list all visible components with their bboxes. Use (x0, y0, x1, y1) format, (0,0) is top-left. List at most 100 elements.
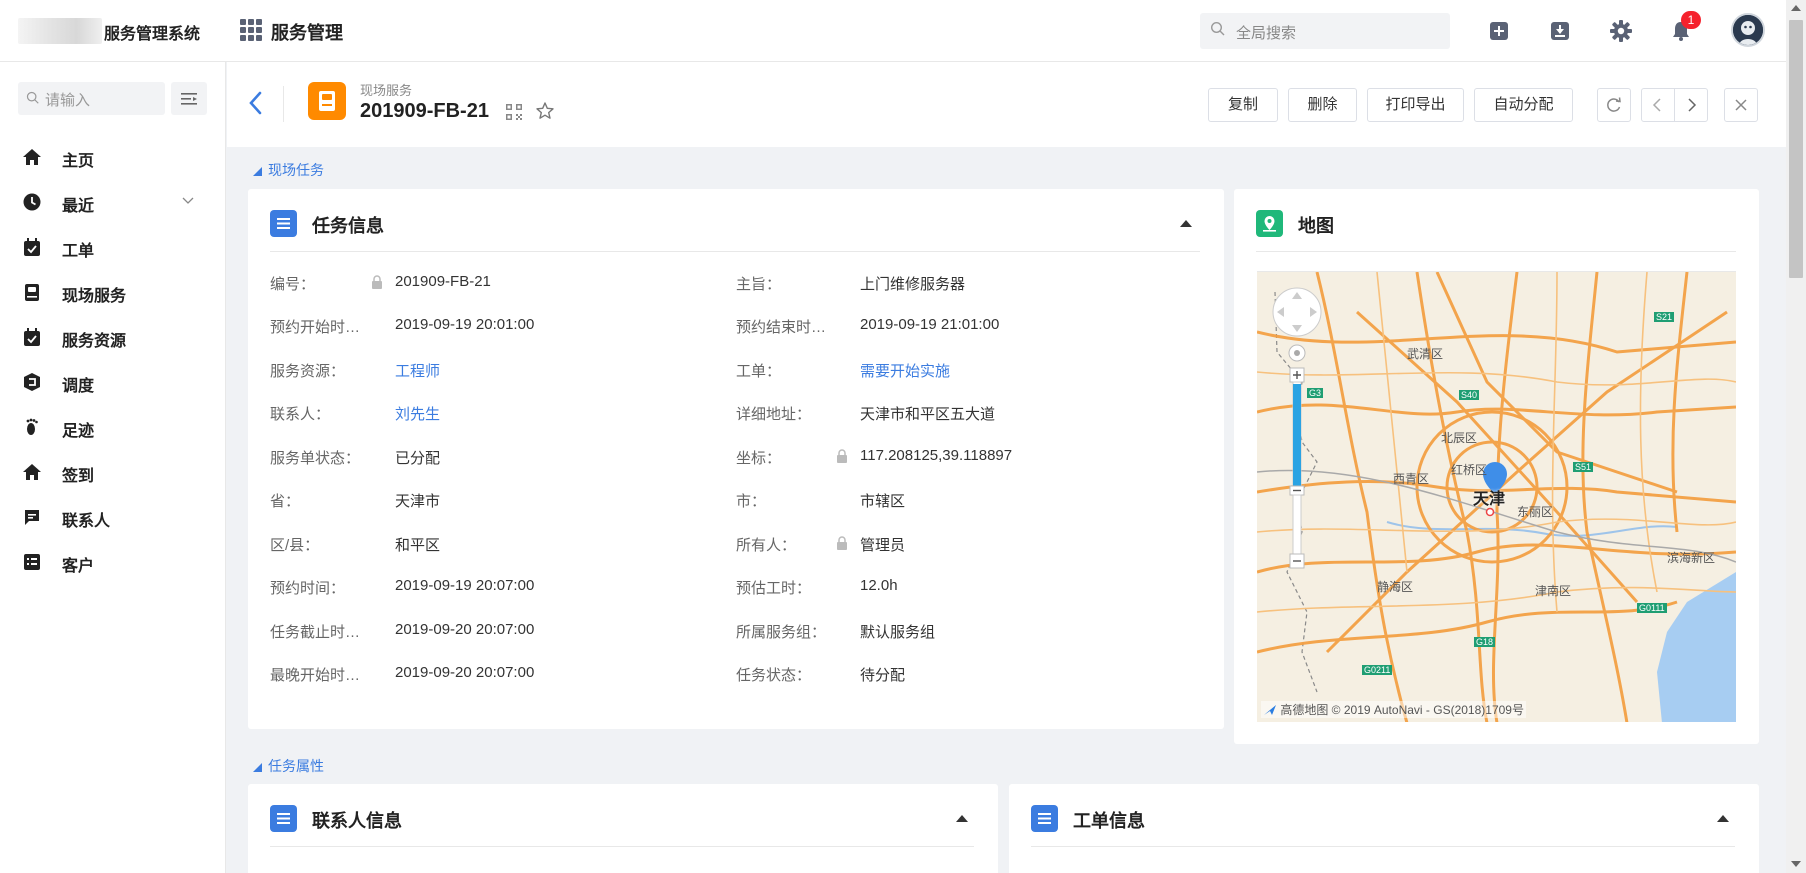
collapse-caret-icon[interactable] (1717, 815, 1729, 822)
sidebar-item-footprint[interactable]: 足迹 (0, 407, 225, 447)
map-zoom-level-bar (1293, 384, 1301, 490)
back-arrow-icon[interactable] (245, 88, 267, 118)
scrollbar-thumb[interactable] (1789, 20, 1803, 278)
section-toggle-field-task[interactable]: 现场任务 (253, 160, 324, 180)
card-title: 地图 (1298, 216, 1334, 236)
sidebar-item-service-resource[interactable]: 服务资源 (0, 317, 225, 357)
close-button[interactable] (1724, 88, 1758, 122)
map-district-label: 静海区 (1377, 580, 1414, 594)
previous-record-button[interactable] (1641, 88, 1675, 122)
sidebar-item-recent[interactable]: 最近 (0, 182, 225, 222)
top-bar: 服务管理系统 服务管理 全局搜索 1 (0, 0, 1786, 62)
sidebar-item-label: 主页 (62, 153, 95, 170)
dispatch-icon (24, 373, 40, 391)
sidebar-item-field-service[interactable]: 现场服务 (0, 272, 225, 312)
task-info-card: 任务信息 编号： 201909-FB-21 预约开始时… 2019-09-19 … (248, 189, 1224, 729)
sidebar-item-dispatch[interactable]: 调度 (0, 362, 225, 402)
global-search-input[interactable]: 全局搜索 (1200, 13, 1450, 49)
card-divider (1256, 251, 1736, 252)
map-district-label: 北辰区 (1441, 431, 1478, 445)
delete-button[interactable]: 删除 (1288, 88, 1357, 122)
chevron-down-icon (182, 197, 194, 204)
avatar[interactable] (1731, 13, 1765, 47)
field-label: 联系人： (270, 406, 331, 423)
sidebar-collapse-button[interactable] (171, 82, 207, 115)
system-name: 服务管理系统 (104, 26, 201, 43)
field-label: 详细地址： (736, 406, 812, 423)
map-view[interactable]: 天津 武清区 北辰区 红桥区 西青区 东丽区 静海区 津南区 滨海新区 S21 … (1257, 271, 1736, 722)
field-label: 预约开始时… (270, 319, 361, 336)
road-badge: S21 (1654, 312, 1675, 322)
refresh-button[interactable] (1597, 88, 1631, 122)
app-launcher-icon[interactable] (240, 19, 262, 41)
sidebar-item-label: 签到 (62, 468, 95, 485)
card-divider (1031, 846, 1735, 847)
gear-icon[interactable] (1607, 17, 1635, 45)
collapse-caret-icon[interactable] (956, 815, 968, 822)
sidebar-search-placeholder: 请输入 (45, 92, 91, 109)
field-value: 和平区 (395, 537, 441, 554)
menu-fold-icon (181, 93, 197, 105)
work-order-info-card: 工单信息 (1009, 784, 1759, 873)
contact-link[interactable]: 刘先生 (395, 403, 440, 424)
work-order-link[interactable]: 需要开始实施 (860, 360, 950, 381)
field-value: 12.0h (860, 577, 898, 594)
field-label: 预估工时： (736, 580, 812, 597)
vertical-scrollbar[interactable] (1786, 0, 1806, 873)
scroll-up-icon[interactable] (1791, 5, 1801, 11)
field-service-object-icon (308, 82, 346, 120)
sidebar-item-label: 最近 (62, 198, 95, 215)
map-district-label: 津南区 (1535, 584, 1572, 598)
field-label: 坐标： (736, 450, 782, 467)
field-label: 服务单状态： (270, 450, 361, 467)
field-value: 已分配 (395, 450, 441, 467)
sidebar-item-label: 工单 (62, 243, 95, 260)
field-label: 编号： (270, 276, 316, 293)
field-label: 主旨： (736, 276, 782, 293)
field-label: 所属服务组： (736, 624, 827, 641)
star-icon[interactable] (535, 101, 555, 121)
list-icon (270, 805, 297, 832)
section-toggle-task-attributes[interactable]: 任务属性 (253, 756, 324, 776)
next-record-button[interactable] (1674, 88, 1708, 122)
calendar-check-icon (24, 328, 40, 346)
card-title: 联系人信息 (312, 811, 402, 831)
sidebar-item-label: 服务资源 (62, 333, 127, 350)
card-title: 任务信息 (312, 216, 384, 236)
field-value: 2019-09-20 20:07:00 (395, 664, 535, 681)
service-resource-link[interactable]: 工程师 (395, 360, 440, 381)
field-label: 任务状态： (736, 667, 812, 684)
sidebar-item-check-in[interactable]: 签到 (0, 452, 225, 492)
chat-icon (25, 510, 39, 525)
sidebar-search-input[interactable]: 请输入 (18, 82, 165, 115)
notification-badge: 1 (1681, 11, 1701, 29)
field-value: 2019-09-19 20:07:00 (395, 577, 535, 594)
map-district-label: 东丽区 (1517, 505, 1554, 519)
chevron-right-icon (1688, 98, 1697, 112)
field-label: 任务截止时… (270, 624, 361, 641)
qr-code-icon[interactable] (505, 103, 523, 121)
sidebar-item-label: 现场服务 (62, 288, 127, 305)
close-icon (1735, 99, 1747, 111)
clock-icon (23, 193, 41, 211)
add-icon[interactable] (1485, 17, 1513, 45)
sidebar-item-home[interactable]: 主页 (0, 137, 225, 177)
sidebar-item-customers[interactable]: 客户 (0, 542, 225, 582)
field-value: 2019-09-19 20:01:00 (395, 316, 535, 333)
sidebar-item-contacts[interactable]: 联系人 (0, 497, 225, 537)
scroll-down-icon[interactable] (1791, 861, 1801, 867)
field-value: 天津市和平区五大道 (860, 406, 996, 423)
company-logo (18, 18, 102, 44)
road-badge: G0211 (1362, 665, 1393, 675)
field-value: 天津市 (395, 493, 441, 510)
copy-button[interactable]: 复制 (1208, 88, 1278, 122)
auto-assign-button[interactable]: 自动分配 (1474, 88, 1573, 122)
download-icon[interactable] (1546, 17, 1574, 45)
collapse-caret-icon[interactable] (1180, 220, 1192, 227)
field-value: 201909-FB-21 (395, 273, 491, 290)
field-label: 区/县： (270, 537, 320, 554)
field-label: 服务资源： (270, 363, 346, 380)
print-export-button[interactable]: 打印导出 (1367, 88, 1464, 122)
sidebar-item-work-order[interactable]: 工单 (0, 227, 225, 267)
contact-info-card: 联系人信息 (248, 784, 998, 873)
